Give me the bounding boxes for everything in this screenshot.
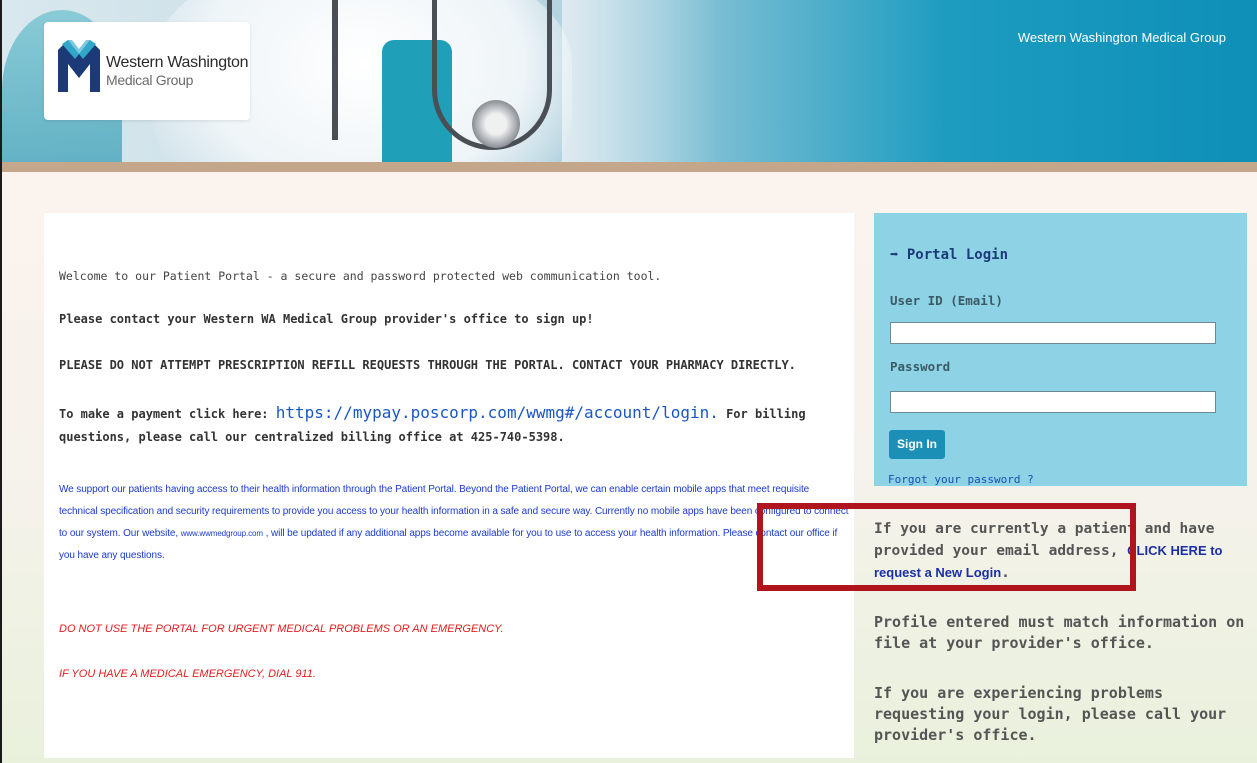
info-panel: Welcome to our Patient Portal - a secure… (44, 213, 854, 758)
header-org-title: Western Washington Medical Group (1017, 30, 1226, 45)
urgent-warning: DO NOT USE THE PORTAL FOR URGENT MEDICAL… (59, 623, 504, 635)
logo-card[interactable]: Western Washington Medical Group (44, 22, 250, 120)
portal-login-panel: ➡ Portal Login User ID (Email) Password … (874, 213, 1247, 486)
stethoscope-bell (472, 100, 520, 148)
payment-prefix: To make a payment click here: (59, 407, 276, 421)
logo-subtitle: Medical Group (106, 72, 194, 88)
header-photo-glare (562, 0, 722, 162)
header-divider-bar (2, 162, 1257, 172)
welcome-text: Welcome to our Patient Portal - a secure… (59, 269, 662, 283)
payment-notice: To make a payment click here: https://my… (59, 401, 844, 449)
refill-warning: PLEASE DO NOT ATTEMPT PRESCRIPTION REFIL… (59, 358, 796, 372)
mobile-apps-notice: We support our patients having access to… (59, 479, 849, 567)
login-title-text: Portal Login (906, 247, 1009, 263)
wwmg-logo-icon (58, 40, 100, 92)
login-problems-notice: If you are experiencing problems request… (874, 684, 1227, 744)
user-id-input[interactable] (890, 322, 1216, 344)
stethoscope-tube (332, 0, 338, 140)
profile-match-notice: Profile entered must match information o… (874, 613, 1245, 652)
emergency-warning: IF YOU HAVE A MEDICAL EMERGENCY, DIAL 91… (59, 668, 316, 680)
request-login-notice: If you are currently a patient and have … (874, 518, 1249, 584)
sign-in-button[interactable]: Sign In (889, 430, 945, 459)
browser-viewport: Western Washington Medical Group Western… (0, 0, 1257, 763)
logo-name: Western Washington (106, 54, 249, 71)
user-id-label: User ID (Email) (890, 293, 1003, 308)
forgot-password-link[interactable]: Forgot your password ? (888, 473, 1034, 486)
password-input[interactable] (890, 391, 1216, 413)
website-link[interactable]: www.wwmedgroup.com (181, 529, 263, 538)
request-suffix: . (1001, 565, 1010, 581)
login-title: ➡ Portal Login (890, 247, 1008, 263)
signup-notice: Please contact your Western WA Medical G… (59, 312, 594, 326)
site-header: Western Washington Medical Group Western… (2, 0, 1257, 162)
password-label: Password (890, 359, 951, 374)
payment-link[interactable]: https://mypay.poscorp.com/wwmg#/account/… (276, 403, 719, 422)
sign-in-icon: ➡ (890, 247, 899, 263)
